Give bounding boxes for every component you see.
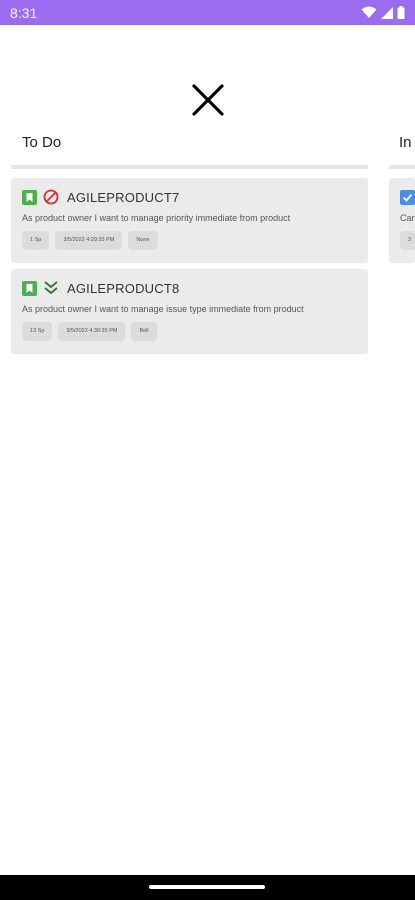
issue-description: As product owner I want to manage issue … [22,304,304,314]
story-points-chip: 13 Sp [22,322,53,341]
column-divider [389,165,415,169]
card-header: AGILEPRODUCT8 [22,280,179,296]
status-icons [361,6,405,19]
close-button[interactable] [188,80,228,120]
double-chevron-down-icon [44,281,58,295]
date-chip: 3/5/2022 4:30:35 PM [58,322,126,341]
issue-card[interactable]: Can 3 [389,178,415,263]
story-points-chip: 3 [400,231,415,250]
issue-key: AGILEPRODUCT8 [67,280,180,296]
status-time: 8:31 [10,4,38,21]
bookmark-icon [22,280,37,296]
issue-chips: 1 Sp 3/5/2022 4:29:33 PM None [22,231,158,250]
issue-description: Can [400,213,415,223]
issue-key: AGILEPRODUCT7 [67,189,180,205]
bookmark-icon [22,189,37,205]
battery-icon [397,6,405,19]
issue-chips: 3 [400,231,415,250]
column-divider [11,165,368,169]
task-checkbox-icon [400,190,415,205]
assignee-chip: Bell [131,322,157,341]
issue-card[interactable]: AGILEPRODUCT8 As product owner I want to… [11,269,368,354]
column-title-todo: To Do [22,134,62,151]
assignee-chip: None [128,231,158,250]
signal-icon [381,6,393,19]
home-gesture-handle[interactable] [149,885,265,889]
wifi-icon [361,6,377,18]
navigation-bar [0,875,415,900]
issue-chips: 13 Sp 3/5/2022 4:30:35 PM Bell [22,322,157,341]
date-chip: 3/5/2022 4:29:33 PM [55,231,123,250]
issue-card[interactable]: AGILEPRODUCT7 As product owner I want to… [11,178,368,263]
issue-description: As product owner I want to manage priori… [22,213,291,223]
status-bar: 8:31 [0,0,415,25]
close-icon [192,84,224,116]
card-header: AGILEPRODUCT7 [22,189,179,205]
story-points-chip: 1 Sp [22,231,50,250]
blocked-icon [43,189,59,205]
column-title-in: In [399,134,412,151]
